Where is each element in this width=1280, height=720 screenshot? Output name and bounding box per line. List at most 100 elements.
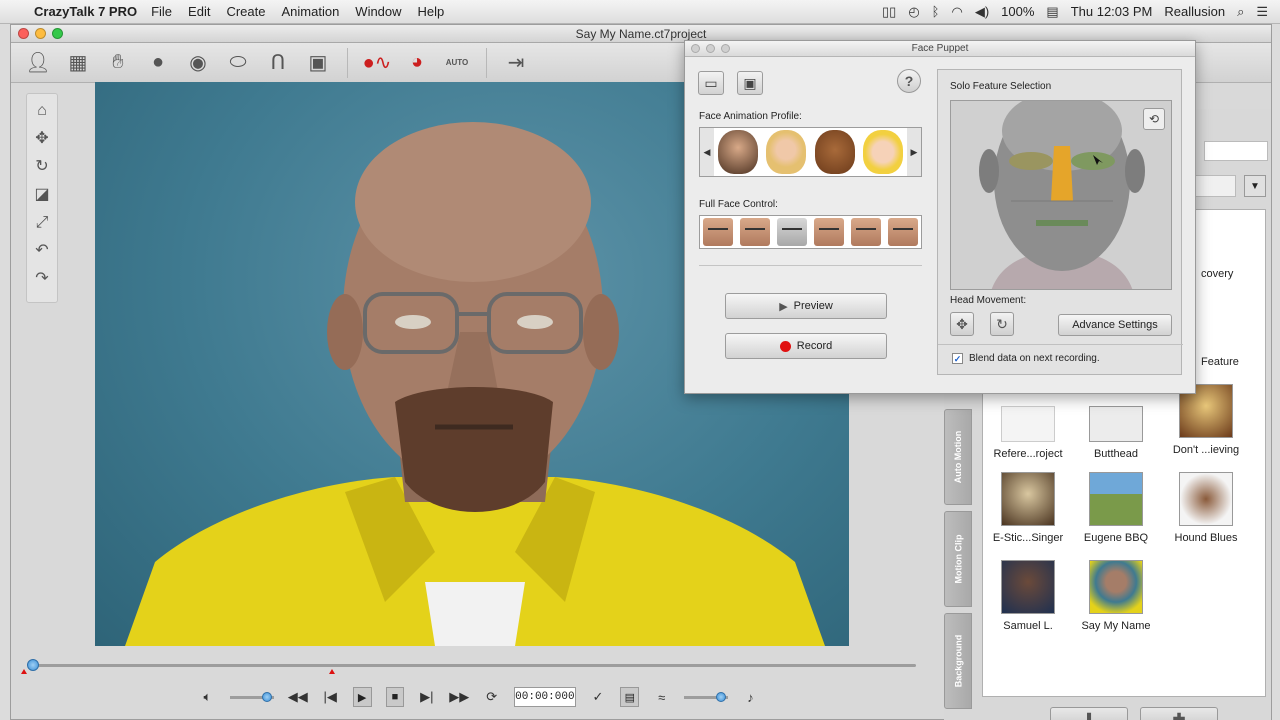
audio-record-icon[interactable]: ●∿ <box>360 47 394 79</box>
content-search-input[interactable] <box>1204 141 1268 161</box>
bluetooth-icon[interactable]: ᛒ <box>932 4 940 19</box>
list-item[interactable]: Hound Blues <box>1161 472 1251 544</box>
spotlight-search-icon[interactable]: ⌕ <box>1237 4 1244 20</box>
full-face-option[interactable] <box>813 218 844 246</box>
face-puppet-icon[interactable]: ◕ <box>400 47 434 79</box>
move-icon[interactable]: ✥ <box>35 128 48 150</box>
full-face-option[interactable] <box>740 218 771 246</box>
sidebar-status-icon[interactable]: ▯▯ <box>882 4 896 20</box>
carousel-right-arrow[interactable]: ▶ <box>907 128 921 176</box>
preview-button[interactable]: ▶ Preview <box>725 293 887 319</box>
range-marker[interactable] <box>329 669 335 674</box>
clock[interactable]: Thu 12:03 PM <box>1071 4 1153 19</box>
battery-percent[interactable]: 100% <box>1001 4 1034 19</box>
volume-slider[interactable] <box>229 691 274 702</box>
blend-checkbox[interactable]: ✓ <box>952 353 963 364</box>
list-item[interactable]: E-Stic...Singer <box>983 472 1073 544</box>
reset-selection-icon[interactable]: ⟲ <box>1143 108 1165 130</box>
profile-face-cartoon[interactable] <box>862 130 903 174</box>
background-image-icon[interactable]: ▣ <box>301 47 335 79</box>
partial-item-label[interactable]: Feature <box>1201 356 1239 368</box>
menu-edit[interactable]: Edit <box>188 4 210 19</box>
solo-feature-head-selector[interactable] <box>950 100 1172 290</box>
speed-slider[interactable] <box>684 691 729 702</box>
flag-icon[interactable]: ▤ <box>1046 4 1058 20</box>
undo-icon[interactable]: ↶ <box>35 240 48 262</box>
timeline-panel-button[interactable]: ▤ <box>620 687 640 707</box>
time-machine-icon[interactable]: ◴ <box>908 4 919 20</box>
head-move-button[interactable]: ✥ <box>950 312 974 336</box>
add-button[interactable]: ✚ <box>1140 707 1218 720</box>
timeline-playhead[interactable] <box>27 659 39 671</box>
image-fitting-icon[interactable]: ▦ <box>61 47 95 79</box>
rotate-icon[interactable]: ↻ <box>35 156 48 178</box>
menu-window[interactable]: Window <box>355 4 401 19</box>
next-frame-icon[interactable]: ▶| <box>418 689 435 705</box>
record-button[interactable]: Record <box>725 333 887 359</box>
volume-icon[interactable]: ◀) <box>975 4 989 20</box>
start-marker[interactable] <box>21 669 27 674</box>
timeline-scrubber[interactable] <box>19 659 919 674</box>
full-face-option[interactable] <box>850 218 881 246</box>
head-rotate-button[interactable]: ↻ <box>990 312 1014 336</box>
partial-item-label[interactable]: covery <box>1201 268 1233 280</box>
head-icon[interactable]: ● <box>141 47 175 79</box>
export-icon[interactable]: ⇥ <box>499 47 533 79</box>
home-icon[interactable]: ⌂ <box>37 100 47 122</box>
help-button[interactable]: ? <box>897 69 921 93</box>
list-item[interactable]: Eugene BBQ <box>1071 472 1161 544</box>
full-face-option[interactable] <box>703 218 734 246</box>
list-item[interactable]: Butthead <box>1071 388 1161 460</box>
volume-slider-knob[interactable] <box>261 691 272 702</box>
redo-icon[interactable]: ↷ <box>35 268 48 290</box>
list-item[interactable]: Refere...roject <box>983 388 1073 460</box>
list-item[interactable]: Samuel L. <box>983 560 1073 632</box>
rewind-icon[interactable]: ◀◀ <box>288 689 308 705</box>
face-fitting-icon[interactable]: ✋︎ <box>101 47 135 79</box>
profile-face-kid[interactable] <box>814 130 855 174</box>
timecode-confirm-icon[interactable]: ✓ <box>590 689 607 705</box>
download-button[interactable]: ⬇ <box>1050 707 1128 720</box>
tab-auto-motion[interactable]: Auto Motion <box>944 409 972 505</box>
timeline-track[interactable] <box>31 664 916 667</box>
profile-face-female[interactable] <box>766 130 807 174</box>
open-folder-button[interactable]: ▭ <box>698 71 724 95</box>
tab-background[interactable]: Background <box>944 613 972 709</box>
advance-settings-button[interactable]: Advance Settings <box>1058 314 1172 336</box>
full-face-option[interactable] <box>777 218 808 246</box>
wifi-icon[interactable]: ◠ <box>951 4 962 20</box>
save-button[interactable]: ▣ <box>737 71 763 95</box>
notification-list-icon[interactable]: ☰ <box>1256 4 1268 20</box>
auto-animation-icon[interactable]: AUTO <box>440 47 474 79</box>
dropdown-arrow-icon[interactable]: ▼ <box>1244 175 1266 197</box>
record-icon <box>779 340 791 352</box>
list-item[interactable]: Don't ...ieving <box>1161 384 1251 456</box>
loop-icon[interactable]: ⟳ <box>483 689 500 705</box>
profile-face-male[interactable] <box>718 130 759 174</box>
eye-icon[interactable]: ◉ <box>181 47 215 79</box>
menu-create[interactable]: Create <box>226 4 265 19</box>
tab-motion-clip[interactable]: Motion Clip <box>944 511 972 607</box>
list-item[interactable]: Say My Name <box>1071 560 1161 632</box>
speed-icon[interactable]: ≈ <box>653 690 670 705</box>
menu-help[interactable]: Help <box>418 4 445 19</box>
speed-slider-knob[interactable] <box>716 691 727 702</box>
full-face-option[interactable] <box>887 218 918 246</box>
menu-file[interactable]: File <box>151 4 172 19</box>
face-profile-icon[interactable]: Ո <box>261 47 295 79</box>
fast-forward-icon[interactable]: ▶▶ <box>449 689 469 705</box>
scale-icon[interactable]: ◪ <box>34 184 49 206</box>
mouth-icon[interactable]: ⬭ <box>221 47 255 79</box>
play-button[interactable]: ▶ <box>352 687 372 707</box>
timecode-field[interactable]: 00:00:000 <box>514 687 576 707</box>
blend-option[interactable]: ✓ Blend data on next recording. <box>952 353 1100 364</box>
carousel-left-arrow[interactable]: ◀ <box>700 128 714 176</box>
user-name[interactable]: Reallusion <box>1164 4 1225 19</box>
fit-icon[interactable]: ⤢ <box>36 212 49 234</box>
actor-icon[interactable]: 👤︎ <box>21 47 55 79</box>
app-name-menu[interactable]: CrazyTalk 7 PRO <box>34 4 137 19</box>
speaker-icon[interactable]: 🔈︎ <box>199 689 216 705</box>
menu-animation[interactable]: Animation <box>281 4 339 19</box>
stop-button[interactable]: ■ <box>385 687 405 707</box>
previous-frame-icon[interactable]: |◀ <box>322 689 339 705</box>
